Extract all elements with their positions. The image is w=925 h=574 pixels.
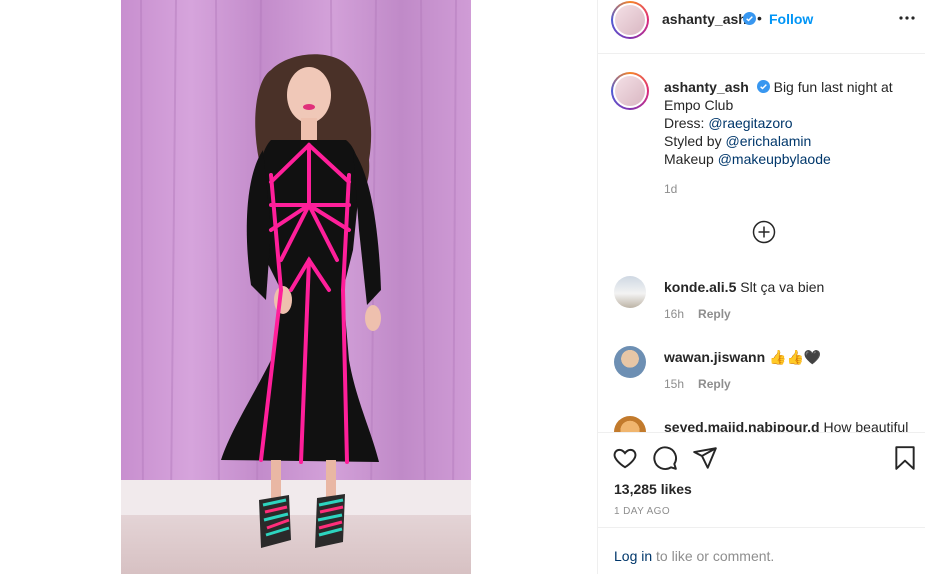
commenter-avatar[interactable] (614, 346, 646, 378)
login-prompt-text: to like or comment. (652, 548, 775, 564)
verified-badge-icon (743, 12, 756, 25)
header-separator: • (757, 10, 762, 26)
verified-badge-icon (756, 80, 770, 93)
commenter-username[interactable]: wawan.jiswann (664, 349, 765, 365)
dress-mention-link[interactable]: @raegitazoro (708, 115, 792, 131)
comment-time[interactable]: 16h (664, 307, 684, 321)
reply-button[interactable]: Reply (698, 377, 731, 391)
login-link[interactable]: Log in (614, 548, 652, 564)
caption-makeup-label: Makeup (664, 151, 718, 167)
makeup-mention-link[interactable]: @makeupbylaode (718, 151, 831, 167)
post-photo-image (121, 0, 471, 574)
caption-dress-label: Dress: (664, 115, 709, 131)
post-photo[interactable] (121, 0, 471, 574)
comment-text: How beautiful (823, 419, 909, 432)
styled-mention-link[interactable]: @erichalamin (725, 133, 811, 149)
author-username[interactable]: ashanty_ash (662, 11, 747, 27)
comment-icon[interactable] (652, 445, 678, 471)
post-details-panel: ashanty_ash • Follow ashanty_ash Big fun… (597, 0, 925, 574)
caption-timestamp[interactable]: 1d (664, 182, 677, 196)
post-caption: ashanty_ash Big fun last night at Empo C… (664, 78, 914, 168)
author-avatar[interactable] (611, 1, 649, 39)
post-age[interactable]: 1 DAY AGO (614, 506, 670, 517)
follow-button[interactable]: Follow (769, 11, 813, 27)
bookmark-icon[interactable] (892, 445, 918, 471)
caption-styled-label: Styled by (664, 133, 726, 149)
commenter-username[interactable]: konde.ali.5 (664, 279, 736, 295)
login-prompt: Log in to like or comment. (614, 548, 774, 564)
caption-avatar[interactable] (611, 72, 649, 110)
comment-text: 👍👍🖤 (769, 349, 822, 365)
post-header: ashanty_ash • Follow (598, 0, 925, 54)
caption-username[interactable]: ashanty_ash (664, 79, 749, 95)
comment-time[interactable]: 15h (664, 377, 684, 391)
reply-button[interactable]: Reply (698, 307, 731, 321)
comment-item: seyed.majid.nabipour.d How beautiful (614, 416, 914, 432)
more-horizontal-icon[interactable] (898, 11, 916, 25)
commenter-avatar[interactable] (614, 276, 646, 308)
post-actions: 13,285 likes 1 DAY AGO (598, 432, 925, 528)
commenter-username[interactable]: seyed.majid.nabipour.d (664, 419, 820, 432)
caption-text-line1: Big fun last night at (773, 79, 893, 95)
share-icon[interactable] (692, 445, 718, 471)
caption-text-line2: Empo Club (664, 97, 734, 113)
commenter-avatar[interactable] (614, 416, 646, 432)
likes-count[interactable]: 13,285 likes (614, 481, 692, 497)
plus-circle-icon[interactable] (752, 220, 776, 244)
heart-icon[interactable] (612, 445, 638, 471)
comment-text: Slt ça va bien (740, 279, 825, 295)
